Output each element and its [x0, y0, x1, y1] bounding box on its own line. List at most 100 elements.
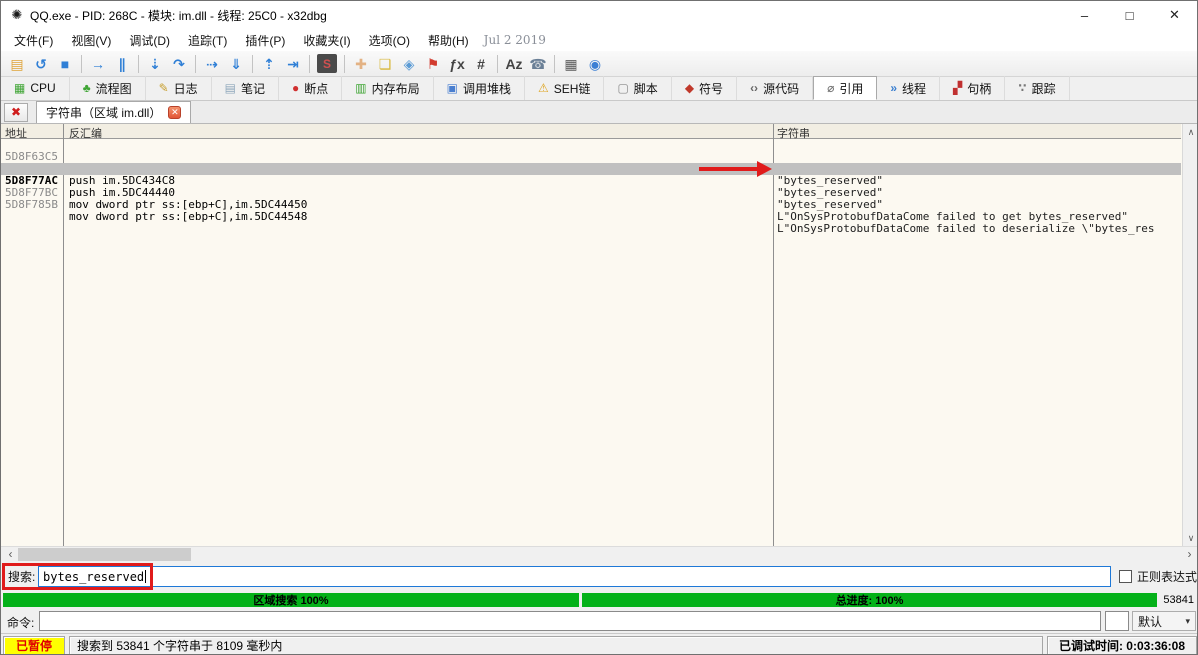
tab-breakpoints[interactable]: ● 断点 [279, 76, 342, 100]
debug-time: 已调试时间: 0:03:36:08 [1047, 636, 1197, 655]
bookmarks-icon[interactable]: ⚑ [421, 53, 445, 75]
scrollbar-thumb[interactable] [18, 548, 191, 561]
command-row: 命令: 默认 ▾ [1, 609, 1197, 633]
search-label: 搜索: [8, 568, 35, 585]
minimize-button[interactable]: – [1062, 1, 1107, 29]
font-settings-icon[interactable]: Az [502, 53, 526, 75]
close-all-tabs-button[interactable]: ✖ [4, 103, 28, 122]
toolbar-separator[interactable] [252, 55, 253, 73]
row-string: L"OnSysProtobufDataCome failed to deseri… [777, 223, 1181, 235]
tab-label: 调用堆栈 [463, 80, 511, 97]
tab-label: 内存布局 [372, 80, 420, 97]
comments-icon[interactable]: ❏ [373, 53, 397, 75]
table-header: 地址 反汇编 字符串 [1, 124, 1181, 139]
run-to-user-code-icon[interactable]: ⇥ [281, 53, 305, 75]
tab-icon: ◆ [685, 82, 694, 94]
tab-icon: ▣ [447, 82, 458, 94]
toolbar-separator[interactable] [554, 55, 555, 73]
toolbar-separator[interactable] [309, 55, 310, 73]
menu-favourites[interactable]: 收藏夹(I) [294, 29, 359, 52]
tab-label: 源代码 [763, 80, 799, 97]
restart-icon[interactable]: ↺ [29, 53, 53, 75]
toolbar-separator[interactable] [138, 55, 139, 73]
build-date: Jul 2 2019 [484, 33, 546, 47]
tab-handles[interactable]: ▞ 句柄 [940, 76, 1005, 100]
menu-debug[interactable]: 调试(D) [120, 29, 179, 52]
row-address: 5D8F785B [5, 199, 58, 211]
menu-trace[interactable]: 追踪(T) [179, 29, 236, 52]
table-row[interactable]: 5D8F77AC push im.5DC44440 "bytes_reserve… [1, 163, 1181, 175]
trace-over-icon[interactable]: ⇓ [224, 53, 248, 75]
calculator-icon[interactable]: ▦ [559, 53, 583, 75]
terminate-icon[interactable]: ■ [53, 53, 77, 75]
app-bug-icon: ✺ [10, 8, 24, 22]
tab-symbols[interactable]: ◆ 符号 [672, 76, 737, 100]
globe-icon[interactable]: ◉ [583, 53, 607, 75]
toolbar-separator[interactable] [81, 55, 82, 73]
regex-option: 正则表达式 [1119, 568, 1197, 585]
toolbar: ▤ ↺ ■ → ∥ ⇣ ↷ ⇢ ⇓ ⇡ ⇥ [1, 51, 1197, 77]
table-row[interactable]: 5D8F63E8 push im.5DC434C8 "bytes_reserve… [1, 151, 1181, 163]
scroll-down-icon[interactable]: ∨ [1183, 530, 1198, 546]
tab-threads[interactable]: » 线程 [877, 76, 940, 100]
tab-source[interactable]: ‹› 源代码 [737, 76, 813, 100]
attach-icon[interactable]: ☎ [526, 53, 550, 75]
tab-cpu[interactable]: ▦ CPU [1, 76, 70, 100]
tab-label: 日志 [174, 80, 198, 97]
patches-icon[interactable]: ✚ [349, 53, 373, 75]
tab-icon: ⚠ [538, 82, 549, 94]
pause-icon[interactable]: ∥ [110, 53, 134, 75]
scroll-right-icon[interactable]: › [1182, 547, 1197, 562]
profile-dropdown[interactable]: 默认 ▾ [1132, 611, 1196, 631]
table-row[interactable]: 5D8F785B mov dword ptr ss:[ebp+C],im.5DC… [1, 187, 1181, 199]
search-row: 搜索: bytes_reserved 正则表达式 [1, 561, 1197, 592]
hash-icon[interactable]: # [469, 53, 493, 75]
menu-view[interactable]: 视图(V) [62, 29, 120, 52]
tab-trace[interactable]: ∵ 跟踪 [1005, 76, 1069, 100]
scroll-up-icon[interactable]: ∧ [1183, 124, 1198, 140]
menu-plugins[interactable]: 插件(P) [236, 29, 294, 52]
labels-icon[interactable]: ◈ [397, 53, 421, 75]
regex-checkbox[interactable] [1119, 570, 1132, 583]
toolbar-separator[interactable] [195, 55, 196, 73]
toolbar-separator[interactable] [344, 55, 345, 73]
tab-log[interactable]: ✎ 日志 [146, 76, 212, 100]
tab-script[interactable]: ▢ 脚本 [604, 76, 671, 100]
menu-help[interactable]: 帮助(H) [419, 29, 478, 52]
table-row[interactable]: 5D8F77BC mov dword ptr ss:[ebp+C],im.5DC… [1, 175, 1181, 187]
command-aux-box[interactable] [1105, 611, 1129, 631]
scroll-left-icon[interactable]: ‹ [3, 547, 18, 562]
trace-into-icon[interactable]: ⇢ [200, 53, 224, 75]
step-into-icon[interactable]: ⇣ [143, 53, 167, 75]
toolbar-separator[interactable] [497, 55, 498, 73]
tab-icon: » [890, 82, 897, 94]
functions-icon[interactable]: ƒx [445, 53, 469, 75]
tab-graph[interactable]: ♣ 流程图 [70, 76, 146, 100]
horizontal-scrollbar[interactable]: ‹ › [1, 546, 1198, 561]
strings-region-tab[interactable]: 字符串（区域 im.dll） ✕ [36, 101, 191, 123]
source-mode-icon[interactable]: S [317, 54, 337, 73]
x32dbg-window: ✺ QQ.exe - PID: 268C - 模块: im.dll - 线程: … [0, 0, 1198, 655]
regex-label: 正则表达式 [1137, 568, 1197, 585]
command-input[interactable] [39, 611, 1101, 631]
open-file-icon[interactable]: ▤ [5, 53, 29, 75]
tab-references[interactable]: ⌀ 引用 [813, 76, 877, 100]
search-input[interactable]: bytes_reserved [38, 566, 1111, 587]
tab-notes[interactable]: ▤ 笔记 [212, 76, 279, 100]
menu-options[interactable]: 选项(O) [360, 29, 419, 52]
execute-till-return-icon[interactable]: ⇡ [257, 53, 281, 75]
tab-call-stack[interactable]: ▣ 调用堆栈 [434, 76, 525, 100]
maximize-button[interactable]: □ [1107, 1, 1152, 29]
run-icon[interactable]: → [86, 53, 110, 75]
table-row[interactable]: 5D8F63C5 push im.5DC434C8 "bytes_reserve… [1, 139, 1181, 151]
tab-icon: ▦ [14, 82, 25, 94]
tab-seh[interactable]: ⚠ SEH链 [525, 76, 604, 100]
menu-file[interactable]: 文件(F) [5, 29, 62, 52]
tab-memory-map[interactable]: ▥ 内存布局 [342, 76, 433, 100]
status-bar: 已暂停 搜索到 53841 个字符串于 8109 毫秒内 已调试时间: 0:03… [1, 633, 1197, 655]
vertical-scrollbar[interactable]: ∧ ∨ [1182, 124, 1198, 546]
search-match: bytes_res [1095, 223, 1155, 235]
close-button[interactable]: ✕ [1152, 1, 1197, 29]
step-over-icon[interactable]: ↷ [167, 53, 191, 75]
tab-close-icon[interactable]: ✕ [168, 106, 181, 119]
